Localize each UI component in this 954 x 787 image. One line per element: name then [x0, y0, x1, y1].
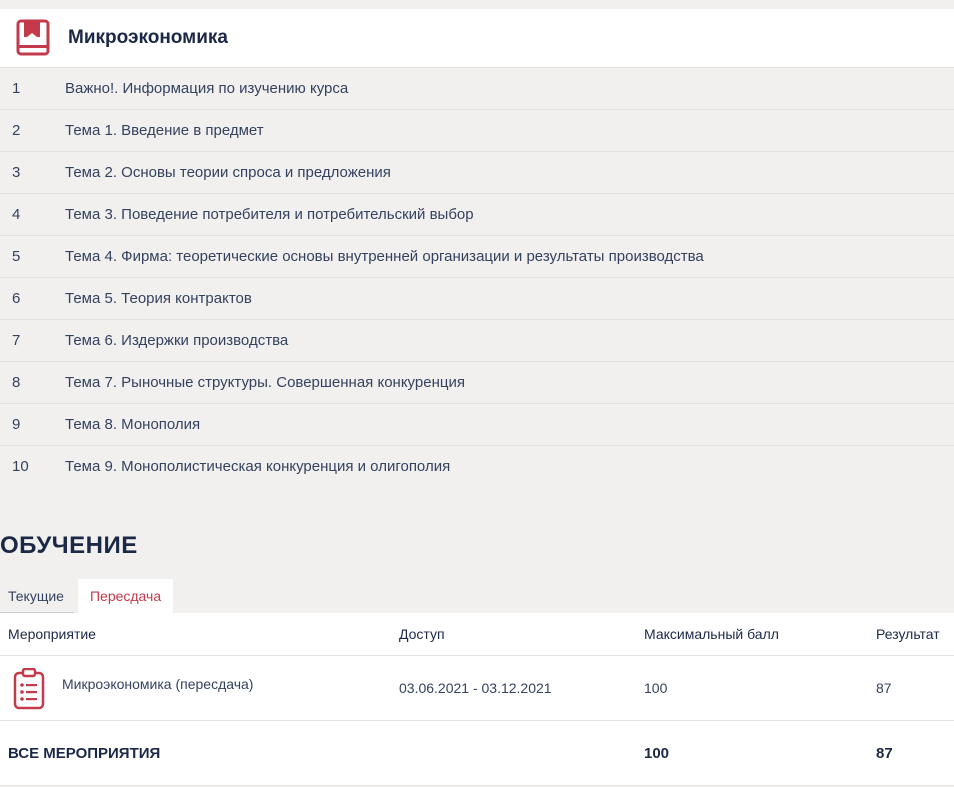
course-card: Микроэкономика 1 Важно!. Информация по и… [0, 9, 954, 487]
section-title: ОБУЧЕНИЕ [0, 532, 138, 559]
topic-number: 8 [12, 374, 21, 391]
topic-number: 1 [12, 80, 21, 97]
topic-link[interactable]: Тема 6. Издержки производства [65, 332, 954, 349]
topic-row[interactable]: 3 Тема 2. Основы теории спроса и предлож… [0, 152, 954, 194]
table-row[interactable]: Микроэкономика (пересдача) 03.06.2021 - … [0, 656, 954, 721]
topic-link[interactable]: Тема 9. Монополистическая конкуренция и … [65, 458, 954, 475]
total-max-score: 100 [644, 744, 670, 762]
table-total-row: ВСЕ МЕРОПРИЯТИЯ 100 87 [0, 721, 954, 786]
event-cell: Микроэкономика (пересдача) [0, 667, 399, 710]
topic-row[interactable]: 5 Тема 4. Фирма: теоретические основы вн… [0, 236, 954, 278]
topic-row[interactable]: 7 Тема 6. Издержки производства [0, 320, 954, 362]
topic-number: 9 [12, 416, 21, 433]
topic-link[interactable]: Тема 5. Теория контрактов [65, 290, 954, 307]
event-access: 03.06.2021 - 03.12.2021 [399, 680, 552, 696]
event-max-score: 100 [644, 680, 668, 696]
topic-link[interactable]: Тема 3. Поведение потребителя и потребит… [65, 206, 954, 223]
topic-row[interactable]: 9 Тема 8. Монополия [0, 404, 954, 446]
tab-resit[interactable]: Пересдача [77, 579, 174, 613]
total-label: ВСЕ МЕРОПРИЯТИЯ [8, 744, 161, 762]
training-tabs: Текущие Пересдача [0, 579, 174, 613]
topic-link[interactable]: Тема 1. Введение в предмет [65, 122, 954, 139]
topic-number: 10 [12, 458, 29, 475]
topic-number: 2 [12, 122, 21, 139]
topic-link[interactable]: Важно!. Информация по изучению курса [65, 80, 954, 97]
topic-row[interactable]: 2 Тема 1. Введение в предмет [0, 110, 954, 152]
topic-list: 1 Важно!. Информация по изучению курса 2… [0, 68, 954, 487]
topic-link[interactable]: Тема 7. Рыночные структуры. Совершенная … [65, 374, 954, 391]
topic-link[interactable]: Тема 4. Фирма: теоретические основы внут… [65, 248, 954, 265]
topic-number: 5 [12, 248, 21, 265]
event-name[interactable]: Микроэкономика (пересдача) [62, 668, 253, 692]
tab-current[interactable]: Текущие [0, 579, 74, 613]
topic-row[interactable]: 8 Тема 7. Рыночные структуры. Совершенна… [0, 362, 954, 404]
topic-link[interactable]: Тема 8. Монополия [65, 416, 954, 433]
header-event: Мероприятие [8, 626, 96, 642]
topic-number: 7 [12, 332, 21, 349]
header-access: Доступ [399, 626, 445, 642]
topic-row[interactable]: 6 Тема 5. Теория контрактов [0, 278, 954, 320]
table-header: Мероприятие Доступ Максимальный балл Рез… [0, 613, 954, 656]
event-result: 87 [876, 680, 892, 696]
clipboard-list-icon [12, 667, 46, 710]
topic-row[interactable]: 1 Важно!. Информация по изучению курса [0, 68, 954, 110]
topic-link[interactable]: Тема 2. Основы теории спроса и предложен… [65, 164, 954, 181]
header-max-score: Максимальный балл [644, 626, 779, 642]
course-title[interactable]: Микроэкономика [68, 27, 228, 49]
topic-number: 4 [12, 206, 21, 223]
topic-row[interactable]: 4 Тема 3. Поведение потребителя и потреб… [0, 194, 954, 236]
total-result: 87 [876, 744, 893, 762]
topic-row[interactable]: 10 Тема 9. Монополистическая конкуренция… [0, 446, 954, 487]
events-table: Мероприятие Доступ Максимальный балл Рез… [0, 613, 954, 786]
header-result: Результат [876, 626, 940, 642]
book-icon [14, 19, 52, 57]
topic-number: 6 [12, 290, 21, 307]
course-header: Микроэкономика [0, 9, 954, 68]
topic-number: 3 [12, 164, 21, 181]
